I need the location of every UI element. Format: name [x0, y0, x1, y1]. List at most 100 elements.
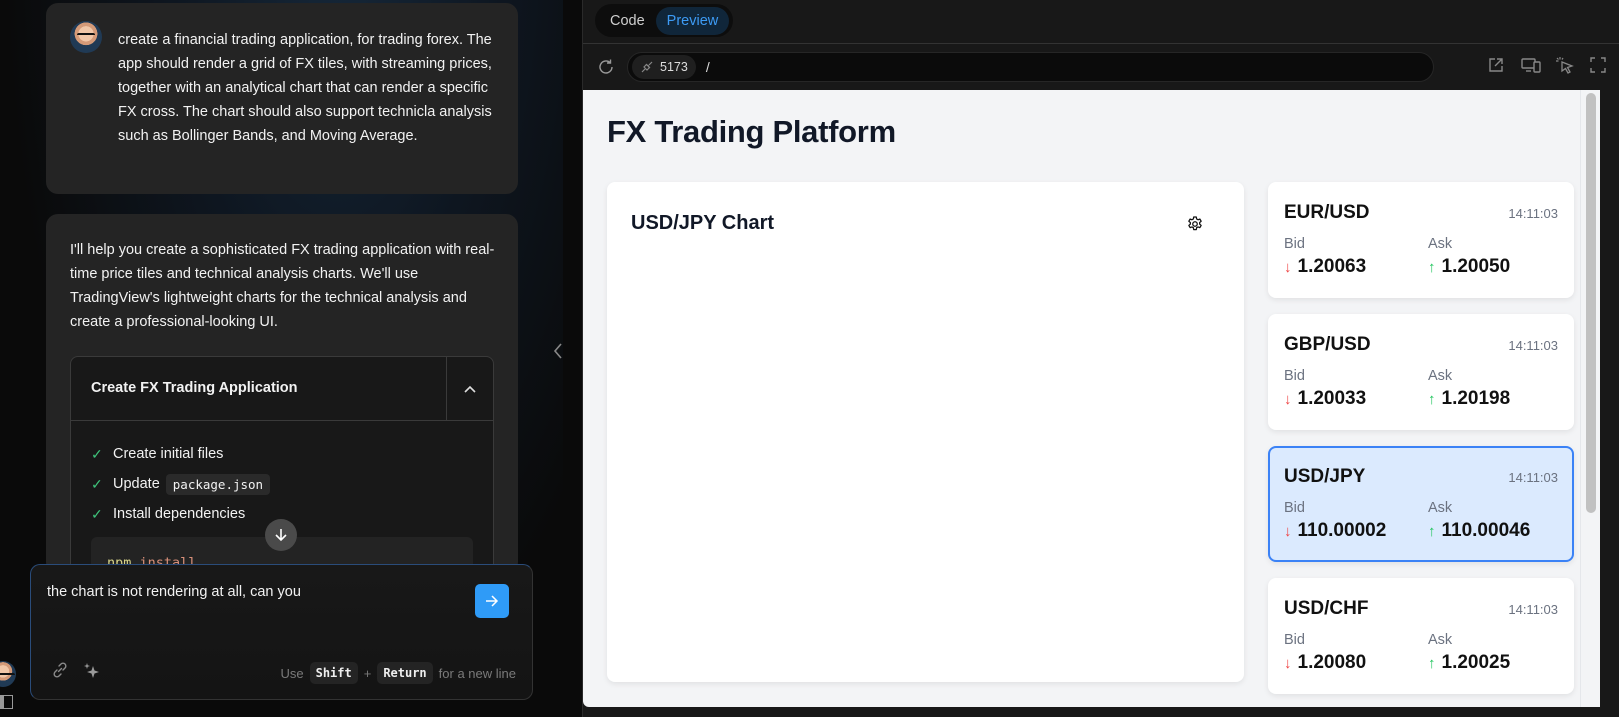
attach-button[interactable]: [51, 661, 69, 679]
hint-use: Use: [280, 665, 304, 681]
open-new-tab-button[interactable]: [1487, 56, 1507, 76]
fx-tile-gbpusd[interactable]: GBP/USD 14:11:03 Bid ↓ 1.20033 Ask ↑ 1.201…: [1268, 314, 1574, 430]
port-chip[interactable]: 5173: [632, 55, 696, 79]
reload-icon: [599, 59, 613, 74]
bid-price: 1.20063: [1297, 256, 1367, 277]
fullscreen-icon: [1590, 57, 1606, 73]
collapse-artifact-button[interactable]: [446, 357, 493, 421]
cursor-click-icon: [1556, 57, 1574, 74]
url-path: /: [705, 59, 710, 75]
chevron-up-icon: [464, 385, 476, 393]
link-icon: [53, 662, 67, 678]
gear-icon: [1188, 216, 1202, 231]
preview-tabbar: Code Preview: [583, 0, 1619, 44]
app-viewport: FX Trading Platform USD/JPY Chart EUR/US…: [583, 90, 1600, 707]
ask-price: 1.20198: [1441, 388, 1511, 409]
bid-price: 1.20033: [1297, 388, 1367, 409]
chat-input[interactable]: [47, 584, 447, 600]
arrow-up-icon: ↑: [1428, 258, 1436, 276]
hint-suffix: for a new line: [438, 665, 516, 681]
ask-label: Ask: [1428, 368, 1453, 384]
send-button[interactable]: [475, 584, 509, 618]
check-icon: ✓: [91, 505, 103, 522]
step-label: Create initial files: [113, 446, 224, 462]
view-tabs: Code Preview: [595, 4, 734, 37]
bid-label: Bid: [1284, 500, 1305, 516]
tile-pair: GBP/USD: [1284, 334, 1371, 355]
tile-time: 14:11:03: [1508, 470, 1558, 485]
assistant-message-text: I'll help you create a sophisticated FX …: [70, 242, 495, 330]
bid-label: Bid: [1284, 236, 1305, 252]
url-bar: 5173 /: [583, 44, 1619, 90]
tile-pair: EUR/USD: [1284, 202, 1370, 223]
element-picker-button[interactable]: [1555, 56, 1575, 76]
tile-time: 14:11:03: [1508, 602, 1558, 617]
collapse-panel-button[interactable]: [553, 342, 563, 365]
device-preview-button[interactable]: [1521, 56, 1541, 76]
url-field[interactable]: 5173 /: [627, 52, 1434, 82]
tile-pair: USD/CHF: [1284, 598, 1369, 619]
hint-plus: +: [363, 665, 372, 681]
tab-preview[interactable]: Preview: [655, 6, 730, 35]
step-label: Install dependencies: [113, 506, 246, 522]
arrow-down-icon: [275, 529, 287, 542]
artifact-header[interactable]: Create FX Trading Application: [71, 357, 493, 421]
user-message: create a financial trading application, …: [46, 3, 518, 194]
fullscreen-button[interactable]: [1589, 56, 1609, 76]
user-avatar: [70, 21, 102, 53]
sidebar-toggle-icon[interactable]: [0, 695, 13, 709]
ask-price: 1.20025: [1441, 652, 1511, 673]
artifact-title: Create FX Trading Application: [91, 380, 298, 396]
fx-tiles: EUR/USD 14:11:03 Bid ↓ 1.20063 Ask ↑ 1.200…: [1268, 182, 1574, 707]
arrow-down-icon: ↓: [1284, 390, 1292, 408]
chevron-left-icon: [553, 343, 562, 359]
chat-panel: create a financial trading application, …: [0, 0, 563, 717]
fx-tile-eurusd[interactable]: EUR/USD 14:11:03 Bid ↓ 1.20063 Ask ↑ 1.200…: [1268, 182, 1574, 298]
step-code: package.json: [165, 473, 271, 495]
tile-time: 14:11:03: [1508, 338, 1558, 353]
bid-price: 1.20080: [1297, 652, 1367, 673]
chart-canvas[interactable]: [631, 262, 1220, 658]
chart-title: USD/JPY Chart: [631, 212, 775, 234]
tab-code[interactable]: Code: [599, 7, 656, 35]
preview-scrollbar[interactable]: [1580, 90, 1600, 707]
arrow-down-icon: ↓: [1284, 522, 1292, 540]
plug-icon: [641, 61, 653, 73]
check-icon: ✓: [91, 475, 103, 492]
shift-key: Shift: [309, 662, 358, 684]
sparkles-icon: [84, 663, 99, 678]
step-label: Update: [113, 476, 160, 492]
bid-label: Bid: [1284, 368, 1305, 384]
enhance-prompt-button[interactable]: [83, 661, 101, 679]
fx-tile-usdchf[interactable]: USD/CHF 14:11:03 Bid ↓ 1.20080 Ask ↑ 1.200…: [1268, 578, 1574, 694]
user-message-text: create a financial trading application, …: [118, 32, 492, 144]
chart-card: USD/JPY Chart: [607, 182, 1244, 682]
chat-input-box: Use Shift + Return for a new line: [30, 564, 533, 700]
ask-label: Ask: [1428, 236, 1453, 252]
check-icon: ✓: [91, 445, 103, 462]
ask-price: 110.00046: [1441, 520, 1531, 541]
fx-tile-usdjpy[interactable]: USD/JPY 14:11:03 Bid ↓ 110.00002 Ask ↑ 110…: [1268, 446, 1574, 562]
preview-panel: Code Preview 5173 / FX Trading Platform …: [582, 0, 1619, 717]
port-number: 5173: [660, 60, 688, 74]
arrow-up-icon: ↑: [1428, 522, 1436, 540]
ask-label: Ask: [1428, 500, 1453, 516]
chart-settings-button[interactable]: [1186, 215, 1204, 238]
account-avatar[interactable]: [0, 661, 16, 687]
step-item: ✓ Create initial files: [91, 439, 473, 469]
step-item: ✓ Update package.json: [91, 469, 473, 499]
bid-price: 110.00002: [1297, 520, 1387, 541]
return-key: Return: [377, 662, 433, 684]
scroll-to-bottom-button[interactable]: [265, 519, 297, 551]
arrow-down-icon: ↓: [1284, 258, 1292, 276]
reload-button[interactable]: [597, 58, 615, 81]
devices-icon: [1521, 58, 1541, 73]
arrow-up-icon: ↑: [1428, 654, 1436, 672]
scrollbar-thumb[interactable]: [1586, 93, 1596, 513]
newline-hint: Use Shift + Return for a new line: [280, 662, 516, 684]
arrow-up-icon: ↑: [1428, 390, 1436, 408]
ask-label: Ask: [1428, 632, 1453, 648]
arrow-right-icon: [486, 595, 499, 607]
bid-label: Bid: [1284, 632, 1305, 648]
tile-pair: USD/JPY: [1284, 466, 1366, 487]
